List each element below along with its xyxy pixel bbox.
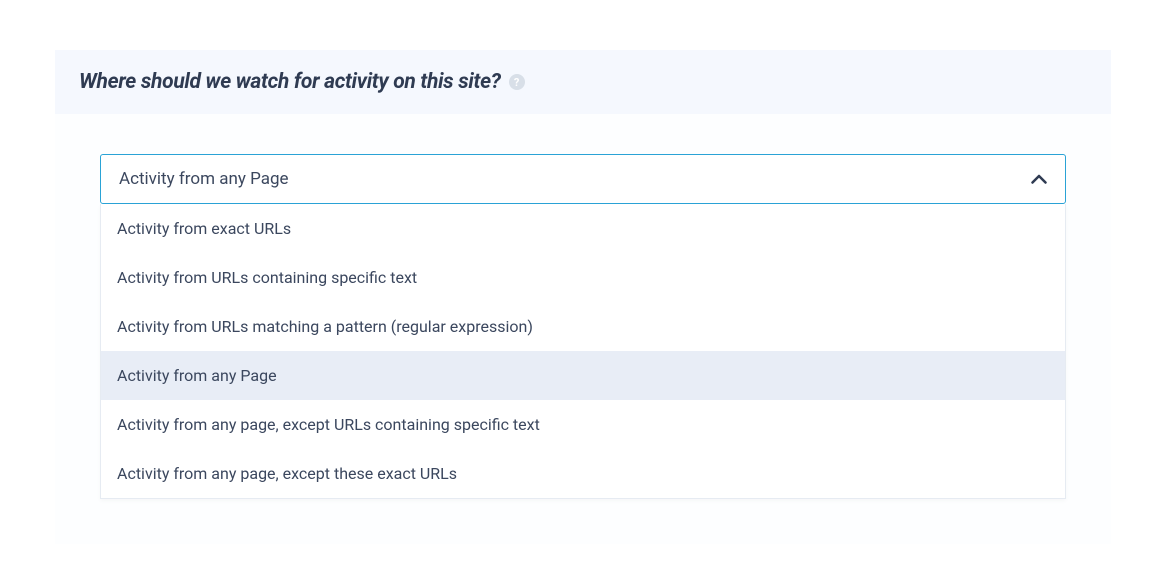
- dropdown-option[interactable]: Activity from any page, except these exa…: [101, 449, 1065, 498]
- panel-title: Where should we watch for activity on th…: [79, 70, 501, 94]
- dropdown-option[interactable]: Activity from URLs containing specific t…: [101, 253, 1065, 302]
- dropdown-option[interactable]: Activity from exact URLs: [101, 204, 1065, 253]
- dropdown-list: Activity from exact URLs Activity from U…: [100, 204, 1066, 499]
- panel-body: Activity from any Page Activity from exa…: [55, 114, 1111, 544]
- dropdown-selected-label: Activity from any Page: [119, 169, 289, 189]
- dropdown-option[interactable]: Activity from any page, except URLs cont…: [101, 400, 1065, 449]
- dropdown-option[interactable]: Activity from URLs matching a pattern (r…: [101, 302, 1065, 351]
- chevron-up-icon: [1031, 174, 1047, 184]
- activity-dropdown: Activity from any Page Activity from exa…: [100, 154, 1066, 499]
- help-icon[interactable]: ?: [509, 74, 525, 90]
- dropdown-option[interactable]: Activity from any Page: [101, 351, 1065, 400]
- dropdown-selected[interactable]: Activity from any Page: [100, 154, 1066, 204]
- panel-header: Where should we watch for activity on th…: [55, 50, 1111, 114]
